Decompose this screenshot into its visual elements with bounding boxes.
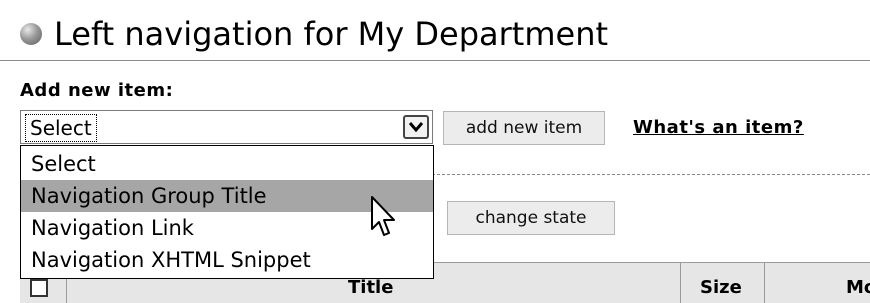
globe-bullet-icon bbox=[20, 23, 42, 45]
page-title: Left navigation for My Department bbox=[54, 15, 609, 53]
column-header-mo[interactable]: Mo bbox=[846, 277, 870, 298]
change-state-button[interactable]: change state bbox=[447, 201, 615, 235]
chevron-down-icon[interactable] bbox=[403, 115, 429, 139]
title-divider bbox=[0, 60, 870, 61]
column-separator bbox=[680, 263, 681, 303]
select-all-checkbox[interactable] bbox=[30, 279, 48, 297]
column-header-title[interactable]: Title bbox=[348, 277, 393, 298]
add-new-item-button[interactable]: add new item bbox=[443, 111, 605, 145]
column-separator bbox=[764, 263, 765, 303]
whats-an-item-link[interactable]: What's an item? bbox=[633, 117, 804, 138]
column-header-size[interactable]: Size bbox=[700, 277, 742, 298]
dropdown-option-select[interactable]: Select bbox=[21, 148, 433, 180]
item-type-select[interactable]: Select bbox=[20, 110, 433, 144]
dropdown-option-navigation-xhtml-snippet[interactable]: Navigation XHTML Snippet bbox=[21, 244, 433, 276]
section-divider bbox=[432, 174, 870, 175]
mouse-pointer-icon bbox=[371, 196, 395, 236]
select-current-value: Select bbox=[25, 114, 97, 142]
add-new-item-label: Add new item: bbox=[20, 80, 174, 101]
